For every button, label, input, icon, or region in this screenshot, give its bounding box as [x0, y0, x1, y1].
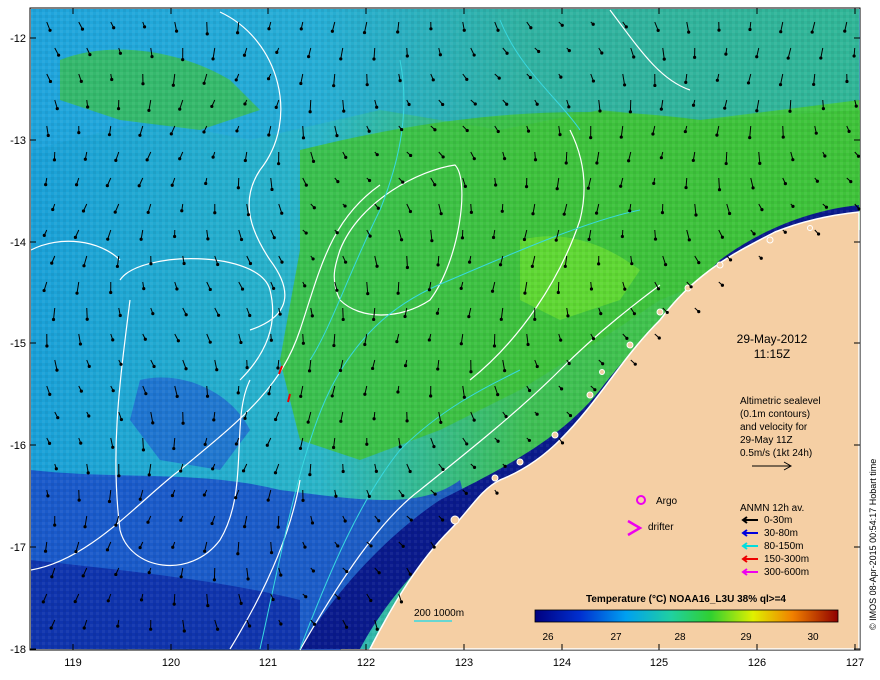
lon-tick-label: 122: [357, 657, 375, 669]
lon-tick-label: 119: [64, 657, 82, 669]
velocity-arrow: [397, 281, 400, 294]
isobath-label: 200 1000m: [414, 608, 464, 619]
colorbar-tick-label: 28: [674, 632, 686, 643]
drifter-label: drifter: [648, 522, 674, 533]
lon-tick-label: 123: [455, 657, 473, 669]
anmn-depth-label: 0-30m: [764, 515, 792, 526]
velocity-arrow: [309, 99, 312, 112]
lon-tick-label: 124: [553, 657, 571, 669]
anmn-depth-label: 150-300m: [764, 554, 809, 565]
anmn-depth-label: 30-80m: [764, 528, 798, 539]
credit-text: © IMOS 08-Apr-2015 00:54:17 Hobart time: [868, 459, 878, 630]
time-label: 11:15Z: [754, 347, 790, 361]
velocity-arrow: [565, 151, 568, 164]
lat-tick-label: -18: [10, 644, 26, 656]
colorbar-tick-label: 26: [542, 632, 554, 643]
colorbar-tick-label: 29: [740, 632, 752, 643]
legend-line-2: (0.1m contours): [740, 409, 810, 420]
lat-tick-label: -14: [10, 237, 26, 249]
legend-line-5: 0.5m/s (1kt 24h): [740, 448, 812, 459]
anmn-title: ANMN 12h av.: [740, 503, 804, 514]
sst-map: -12 -13 -14 -15 -16 -17 -18 119 120 121 122 123 124…: [10, 7, 878, 669]
anmn-depth-label: 80-150m: [764, 541, 803, 552]
lon-tick-label: 125: [650, 657, 668, 669]
lat-tick-label: -12: [10, 33, 26, 45]
velocity-arrow: [406, 255, 408, 268]
velocity-arrow: [142, 437, 144, 450]
velocity-arrow: [725, 151, 728, 164]
velocity-arrow: [277, 515, 280, 528]
argo-label: Argo: [656, 496, 678, 507]
legend-line-4: 29-May 11Z: [740, 435, 793, 446]
lon-tick-label: 121: [259, 657, 277, 669]
lon-tick-label: 126: [748, 657, 766, 669]
date-label: 29-May-2012: [737, 332, 808, 346]
lon-tick-label: 120: [162, 657, 180, 669]
lon-tick-label: 127: [846, 657, 864, 669]
colorbar-tick-label: 27: [610, 632, 622, 643]
legend-line-3: and velocity for: [740, 422, 808, 433]
anmn-depth-label: 300-600m: [764, 567, 809, 578]
colorbar-title: Temperature (°C) NOAA16_L3U 38% ql>=4: [586, 594, 786, 605]
lat-tick-label: -17: [10, 542, 26, 554]
lat-tick-label: -15: [10, 338, 26, 350]
legend-line-1: Altimetric sealevel: [740, 396, 821, 407]
colorbar-tick-label: 30: [807, 632, 819, 643]
lat-tick-label: -16: [10, 440, 26, 452]
lat-tick-label: -13: [10, 135, 26, 147]
velocity-arrow: [302, 125, 304, 138]
